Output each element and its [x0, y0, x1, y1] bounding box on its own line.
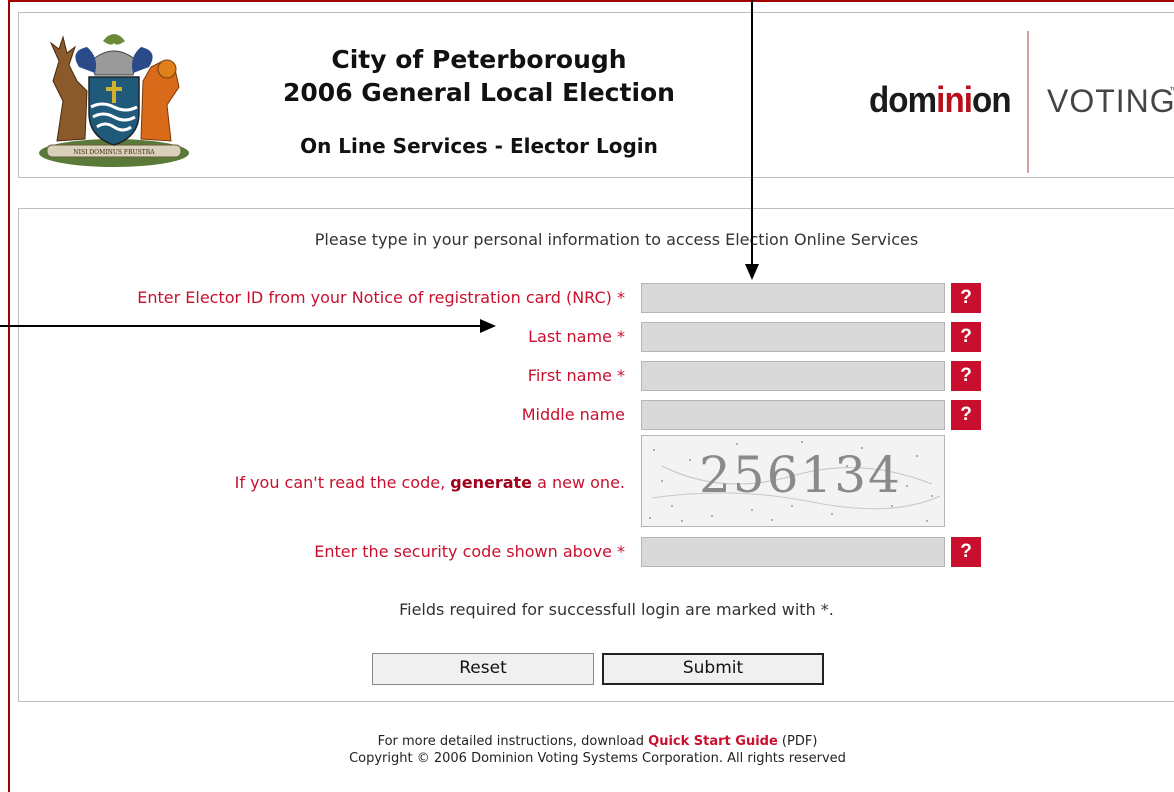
- title-block: City of Peterborough 2006 General Local …: [269, 43, 689, 158]
- middle-name-label: Middle name: [521, 405, 625, 424]
- elector-id-label: Enter Elector ID from your Notice of reg…: [137, 288, 625, 307]
- security-code-label: Enter the security code shown above *: [314, 542, 625, 561]
- voting-logo-text: VOTING: [1047, 83, 1174, 119]
- first-name-field[interactable]: [641, 361, 945, 391]
- page-subtitle: On Line Services - Elector Login: [300, 134, 658, 158]
- reset-button[interactable]: Reset: [372, 653, 594, 685]
- svg-text:NISI DOMINUS FRUSTRA: NISI DOMINUS FRUSTRA: [73, 149, 155, 156]
- election-title: 2006 General Local Election: [283, 78, 675, 107]
- captcha-code: 256134: [699, 446, 902, 504]
- last-name-field[interactable]: [641, 322, 945, 352]
- elector-id-field[interactable]: [641, 283, 945, 313]
- security-code-help-icon[interactable]: ?: [951, 537, 981, 567]
- quick-start-guide-link[interactable]: Quick Start Guide: [648, 734, 778, 749]
- coat-of-arms-image: NISI DOMINUS FRUSTRA: [39, 34, 189, 167]
- instructions-text: Please type in your personal information…: [314, 230, 919, 249]
- captcha-instructions: If you can't read the code, generate a n…: [234, 473, 625, 492]
- middle-name-help-icon[interactable]: ?: [951, 400, 981, 430]
- footer: For more detailed instructions, download…: [0, 733, 1174, 767]
- generate-code-link[interactable]: generate: [450, 473, 532, 492]
- last-name-label: Last name *: [528, 327, 625, 346]
- captcha-image: 256134: [641, 435, 945, 527]
- copyright-text: Copyright © 2006 Dominion Voting Systems…: [349, 751, 846, 766]
- first-name-help-icon[interactable]: ?: [951, 361, 981, 391]
- submit-button[interactable]: Submit: [602, 653, 824, 685]
- middle-name-field[interactable]: [641, 400, 945, 430]
- first-name-label: First name *: [527, 366, 625, 385]
- header: NISI DOMINUS FRUSTRA City of Peterboroug…: [18, 12, 1174, 178]
- elector-id-help-icon[interactable]: ?: [951, 283, 981, 313]
- last-name-help-icon[interactable]: ?: [951, 322, 981, 352]
- logo-divider: [1027, 31, 1029, 173]
- required-fields-note: Fields required for successfull login ar…: [399, 600, 834, 619]
- security-code-field[interactable]: [641, 537, 945, 567]
- trademark-mark: ™: [1169, 85, 1174, 95]
- page-title: City of Peterborough: [331, 45, 627, 74]
- login-form: Please type in your personal information…: [18, 208, 1174, 702]
- quick-start-line: For more detailed instructions, download…: [377, 734, 818, 749]
- dominion-logo: dominion: [869, 79, 1012, 120]
